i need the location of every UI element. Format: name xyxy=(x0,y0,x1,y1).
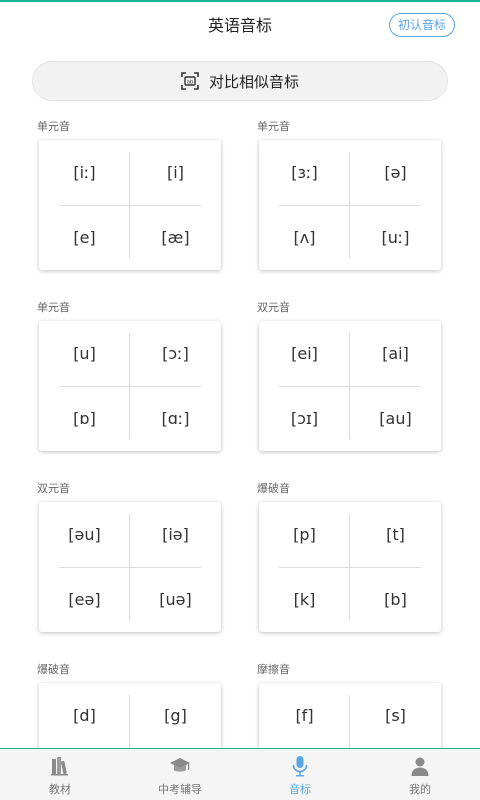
phonetic-symbol[interactable]: [f] xyxy=(259,683,350,748)
tab-mine[interactable]: 我的 xyxy=(360,749,480,800)
tab-textbook[interactable]: 教材 xyxy=(0,749,120,800)
phonetic-symbol[interactable]: [k] xyxy=(259,567,350,632)
group-title: 单元音 xyxy=(37,301,70,314)
books-icon xyxy=(51,757,68,776)
user-icon xyxy=(411,757,429,776)
phonetic-symbol[interactable]: [iː] xyxy=(39,140,130,205)
group-title: 爆破音 xyxy=(37,663,70,676)
compare-similar-button[interactable]: ab 对比相似音标 xyxy=(32,61,448,101)
phonetic-groups-scroll[interactable]: 单元音 [iː] [i] [e] [æ] 单元音 [ɜː] [ə] [ʌ] [u… xyxy=(0,110,480,748)
phonetic-symbol[interactable]: [ei] xyxy=(259,321,350,386)
phonetic-symbol[interactable]: [eə] xyxy=(39,567,130,632)
phonetic-symbol[interactable]: [uː] xyxy=(350,205,441,270)
phonetic-symbol[interactable]: [ɔː] xyxy=(130,321,221,386)
phonetic-symbol[interactable]: [ɑː] xyxy=(130,386,221,451)
phonetic-symbol[interactable]: [i] xyxy=(130,140,221,205)
phonetic-symbol[interactable]: [ɔɪ] xyxy=(259,386,350,451)
group-title: 单元音 xyxy=(37,120,70,133)
phonetic-card: [ɜː] [ə] [ʌ] [uː] xyxy=(259,140,441,270)
group-title: 摩擦音 xyxy=(257,663,290,676)
graduation-cap-icon xyxy=(170,758,190,772)
phonetic-symbol[interactable]: [ɒ] xyxy=(39,386,130,451)
tab-label: 音标 xyxy=(289,783,311,796)
phonetic-symbol[interactable]: [əu] xyxy=(39,502,130,567)
phonetic-card: [u] [ɔː] [ɒ] [ɑː] xyxy=(39,321,221,451)
phonetic-symbol[interactable]: [b] xyxy=(350,567,441,632)
phonetic-symbol[interactable]: [d] xyxy=(39,683,130,748)
phonetic-symbol[interactable]: [t] xyxy=(350,502,441,567)
beginner-phonetics-button[interactable]: 初认音标 xyxy=(388,13,455,37)
compare-label: 对比相似音标 xyxy=(208,72,299,91)
phonetic-card: [f] [s] xyxy=(259,683,441,748)
group-title: 单元音 xyxy=(257,120,290,133)
phonetic-symbol[interactable]: [g] xyxy=(130,683,221,748)
phonetic-symbol[interactable]: [æ] xyxy=(130,205,221,270)
group-title: 双元音 xyxy=(37,482,70,495)
phonetic-symbol[interactable]: [p] xyxy=(259,502,350,567)
phonetic-card: [ei] [ai] [ɔɪ] [au] xyxy=(259,321,441,451)
phonetic-symbol[interactable]: [au] xyxy=(350,386,441,451)
tab-label: 我的 xyxy=(409,783,431,796)
header: 英语音标 初认音标 xyxy=(0,2,480,50)
tab-label: 教材 xyxy=(49,783,71,796)
group-title: 爆破音 xyxy=(257,482,290,495)
phonetic-card: [iː] [i] [e] [æ] xyxy=(39,140,221,270)
phonetic-symbol[interactable]: [ai] xyxy=(350,321,441,386)
tab-exam-tutoring[interactable]: 中考辅导 xyxy=(120,749,240,800)
phonetic-symbol[interactable]: [s] xyxy=(350,683,441,748)
phonetic-symbol[interactable]: [iə] xyxy=(130,502,221,567)
phonetic-card: [p] [t] [k] [b] xyxy=(259,502,441,632)
phonetic-symbol[interactable]: [ɜː] xyxy=(259,140,350,205)
microphone-icon xyxy=(292,756,308,777)
bottom-tab-bar: 教材 中考辅导 音标 我的 xyxy=(0,748,480,800)
phonetic-symbol[interactable]: [e] xyxy=(39,205,130,270)
phonetic-symbol[interactable]: [uə] xyxy=(130,567,221,632)
tab-label: 中考辅导 xyxy=(158,783,202,796)
tab-phonetics[interactable]: 音标 xyxy=(240,749,360,800)
phonetic-card: [d] [g] xyxy=(39,683,221,748)
phonetic-card: [əu] [iə] [eə] [uə] xyxy=(39,502,221,632)
phonetic-symbol[interactable]: [u] xyxy=(39,321,130,386)
phonetic-symbol[interactable]: [ə] xyxy=(350,140,441,205)
group-title: 双元音 xyxy=(257,301,290,314)
phonetic-symbol[interactable]: [ʌ] xyxy=(259,205,350,270)
svg-text:ab: ab xyxy=(187,80,194,86)
scan-icon: ab xyxy=(181,72,199,90)
